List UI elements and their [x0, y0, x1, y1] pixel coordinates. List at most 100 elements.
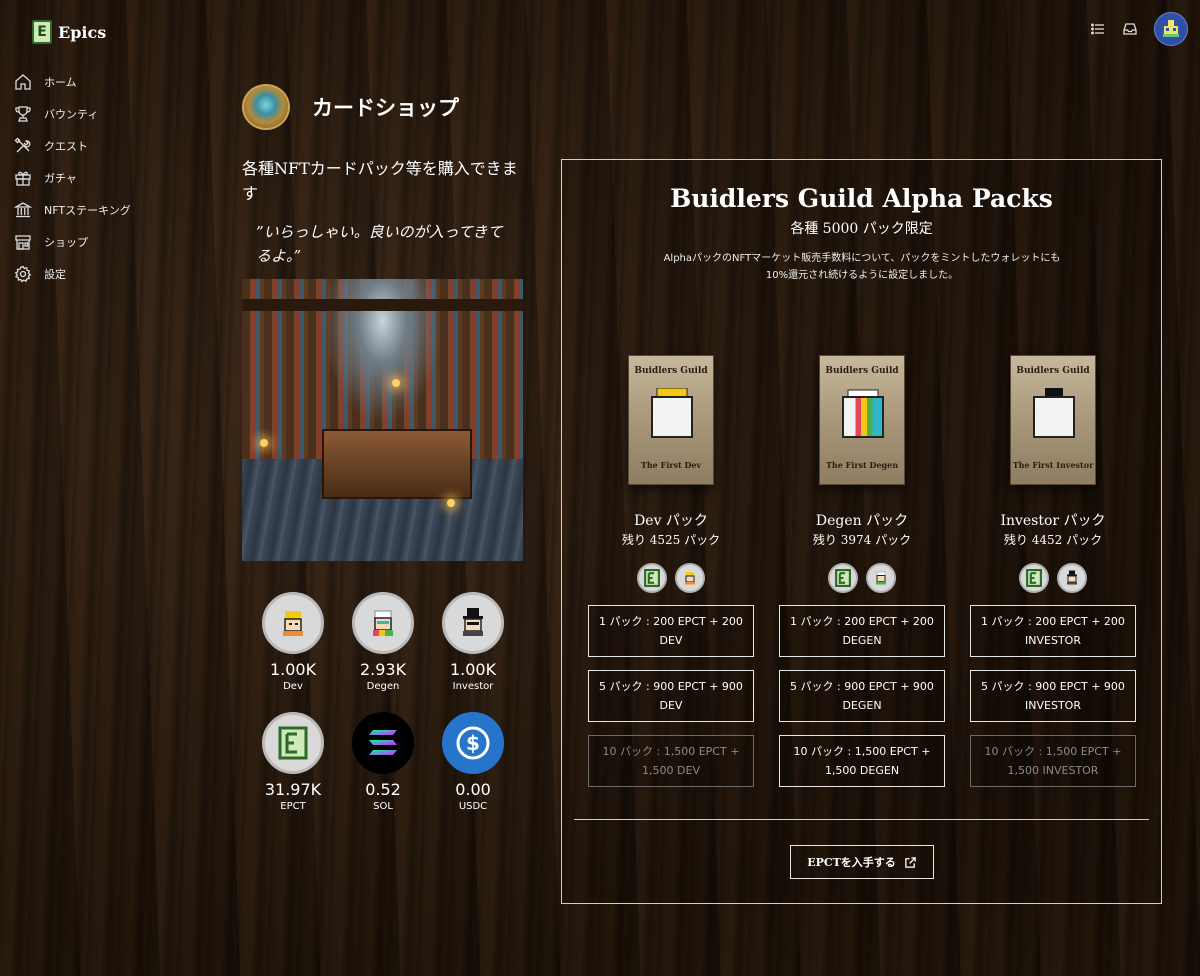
home-icon	[15, 74, 31, 90]
investor-coin-icon	[442, 592, 504, 654]
external-link-icon	[905, 856, 916, 868]
holding-epct: 31.97K EPCT	[248, 712, 338, 814]
holding-dev: 1.00K Dev	[248, 592, 338, 694]
dev-coin-icon	[675, 563, 705, 593]
panel-title: Buidlers Guild Alpha Packs	[670, 184, 1053, 213]
page-intro: 各種NFTカードパック等を購入できます	[242, 159, 518, 203]
inbox-icon[interactable]	[1122, 21, 1138, 37]
sidebar-item-quest[interactable]: クエスト	[12, 130, 192, 162]
degen-coin-icon	[866, 563, 896, 593]
holding-value: 31.97K	[264, 780, 322, 799]
pack-remaining: 残り 3974 パック	[812, 533, 912, 547]
dev-pack-art[interactable]: Buidlers Guild The First Dev	[628, 355, 714, 485]
panel-subtitle: 各種 5000 パック限定	[790, 221, 933, 237]
sidebar-item-nft-staking[interactable]: NFTステーキング	[12, 194, 192, 226]
dev-coin-icon	[262, 592, 324, 654]
page-title: カードショップ	[312, 95, 459, 120]
shop-emblem-icon	[242, 84, 290, 130]
shopkeeper-quote: ”いらっしゃい。良いのが入ってきてるよ。”	[256, 223, 503, 265]
investor-character-icon	[1033, 396, 1075, 438]
sidebar-item-shop[interactable]: ショップ	[12, 226, 192, 258]
pack-name: Degen パック	[815, 513, 909, 529]
avatar-character-icon	[1163, 20, 1179, 37]
epct-coin-icon	[262, 712, 324, 774]
investor-pack-art[interactable]: Buidlers Guild The First Investor	[1010, 355, 1096, 485]
pack-name: Dev パック	[634, 513, 708, 529]
sidebar-item-label: バウンティ	[44, 108, 99, 121]
pack-remaining: 残り 4452 パック	[1003, 533, 1103, 547]
buy-investor-5-pack-button[interactable]: 5 パック : 900 EPCT + 900 INVESTOR	[970, 670, 1136, 722]
pack-investor: Buidlers Guild The First Investor Invest…	[968, 355, 1138, 800]
holding-label: USDC	[458, 801, 488, 812]
sidebar-item-label: ホーム	[44, 76, 77, 89]
holding-value: 2.93K	[359, 660, 407, 679]
epct-coin-icon	[828, 563, 858, 593]
holding-label: SOL	[373, 801, 393, 812]
gift-icon	[15, 171, 31, 186]
epct-coin-icon	[637, 563, 667, 593]
buy-degen-5-pack-button[interactable]: 5 パック : 900 EPCT + 900 DEGEN	[779, 670, 945, 722]
buy-dev-1-pack-button[interactable]: 1 パック : 200 EPCT + 200 DEV	[588, 605, 754, 657]
buy-dev-10-pack-button[interactable]: 10 パック : 1,500 EPCT + 1,500 DEV	[588, 735, 754, 787]
bank-icon	[14, 202, 32, 218]
holding-degen: 2.93K Degen	[338, 592, 428, 694]
get-epct-label: EPCTを入手する	[807, 856, 896, 869]
holding-value: 0.52	[365, 780, 401, 799]
pack-cost-coins	[637, 563, 705, 593]
sidebar-item-settings[interactable]: 設定	[12, 258, 192, 290]
holding-label: Investor	[452, 681, 494, 692]
gear-icon	[14, 265, 32, 283]
pack-remaining: 残り 4525 パック	[621, 533, 721, 547]
page-header: カードショップ	[242, 84, 459, 130]
epics-logo-icon: E	[32, 20, 52, 44]
sidebar-item-home[interactable]: ホーム	[12, 66, 192, 98]
sidebar: ホーム バウンティ クエスト ガチャ NFTステーキング ショップ 設定	[12, 66, 192, 290]
divider	[574, 819, 1149, 820]
top-bar: E Epics	[0, 0, 1200, 62]
brand-name: Epics	[58, 22, 107, 42]
holding-investor: 1.00K Investor	[428, 592, 518, 694]
token-holdings: 1.00K Dev 2.93K Degen 1.00K Investor 31.…	[248, 592, 518, 814]
buy-degen-1-pack-button[interactable]: 1 パック : 200 EPCT + 200 DEGEN	[779, 605, 945, 657]
pack-dev: Buidlers Guild The First Dev Dev パック 残り …	[586, 355, 756, 800]
holding-value: 1.00K	[449, 660, 497, 679]
trophy-icon	[15, 106, 31, 122]
buy-degen-10-pack-button[interactable]: 10 パック : 1,500 EPCT + 1,500 DEGEN	[779, 735, 945, 787]
sidebar-item-label: NFTステーキング	[44, 204, 131, 217]
panel-description: AlphaパックのNFTマーケット販売手数料について、パックをミントしたウォレッ…	[663, 253, 1061, 281]
sol-coin-icon	[352, 712, 414, 774]
usdc-coin-icon: $	[442, 712, 504, 774]
pack-degen: Buidlers Guild The First Degen Degen パック…	[777, 355, 947, 800]
sidebar-item-label: ショップ	[44, 236, 88, 249]
buy-investor-10-pack-button[interactable]: 10 パック : 1,500 EPCT + 1,500 INVESTOR	[970, 735, 1136, 787]
holding-sol: 0.52 SOL	[338, 712, 428, 814]
sidebar-item-label: 設定	[44, 268, 66, 281]
pack-cost-coins	[828, 563, 896, 593]
buy-dev-5-pack-button[interactable]: 5 パック : 900 EPCT + 900 DEV	[588, 670, 754, 722]
investor-coin-icon	[1057, 563, 1087, 593]
holding-value: 0.00	[455, 780, 491, 799]
holding-label: Dev	[283, 681, 303, 692]
list-icon[interactable]	[1090, 21, 1106, 37]
degen-character-icon	[842, 396, 884, 438]
pack-cost-coins	[1019, 563, 1087, 593]
degen-coin-icon	[352, 592, 414, 654]
holding-label: EPCT	[280, 801, 306, 812]
sidebar-item-label: クエスト	[44, 140, 88, 153]
brand[interactable]: E Epics	[32, 20, 106, 44]
holding-usdc: $ 0.00 USDC	[428, 712, 518, 814]
shop-illustration	[242, 279, 523, 561]
shop-icon	[15, 235, 31, 250]
svg-text:$: $	[466, 731, 480, 755]
top-actions	[1090, 12, 1188, 46]
sidebar-item-gacha[interactable]: ガチャ	[12, 162, 192, 194]
degen-pack-art[interactable]: Buidlers Guild The First Degen	[819, 355, 905, 485]
alpha-packs-panel: Buidlers Guild Alpha Packs 各種 5000 パック限定…	[561, 159, 1162, 904]
sidebar-item-bounty[interactable]: バウンティ	[12, 98, 192, 130]
dev-character-icon	[651, 396, 693, 438]
get-epct-button[interactable]: EPCTを入手する	[790, 845, 934, 879]
buy-investor-1-pack-button[interactable]: 1 パック : 200 EPCT + 200 INVESTOR	[970, 605, 1136, 657]
sidebar-item-label: ガチャ	[44, 172, 77, 185]
pack-name: Investor パック	[1000, 513, 1106, 529]
avatar[interactable]	[1154, 12, 1188, 46]
